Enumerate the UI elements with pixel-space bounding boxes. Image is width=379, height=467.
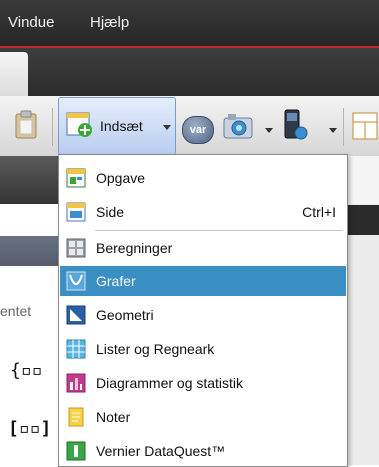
menu-item-label: Grafer bbox=[96, 273, 136, 289]
screenshot-camera-icon[interactable] bbox=[222, 112, 254, 143]
tab-strip bbox=[0, 48, 379, 96]
menu-item-label: Noter bbox=[96, 409, 131, 425]
layout-grid-icon[interactable] bbox=[352, 112, 378, 143]
matrix-template-icon[interactable]: [▫▫] bbox=[8, 418, 51, 439]
left-panel-header bbox=[0, 156, 58, 204]
notes-icon bbox=[66, 407, 86, 427]
menu-item-problem[interactable]: Opgave bbox=[60, 163, 346, 193]
problem-icon bbox=[66, 168, 86, 188]
geometry-icon bbox=[66, 305, 86, 325]
menu-item-label: Opgave bbox=[96, 170, 146, 186]
menu-item-notes[interactable]: Noter bbox=[60, 402, 346, 432]
menu-item-vernier-dataquest[interactable]: Vernier DataQuest™ bbox=[60, 436, 346, 466]
graphs-icon bbox=[66, 271, 86, 291]
left-panel-partial-text: entet bbox=[0, 303, 32, 319]
menu-item-label: Beregninger bbox=[96, 240, 173, 256]
vernier-icon bbox=[66, 441, 86, 461]
spreadsheet-icon bbox=[66, 339, 86, 359]
chevron-down-icon[interactable] bbox=[265, 128, 273, 133]
menu-item-label: Vernier DataQuest™ bbox=[96, 443, 226, 459]
insert-button[interactable]: Indsæt bbox=[58, 97, 176, 155]
piecewise-template-icon[interactable]: {▫▫ bbox=[10, 360, 43, 381]
toolbar-separator bbox=[52, 108, 53, 146]
toolbar-separator bbox=[343, 108, 344, 146]
insert-page-icon bbox=[65, 110, 93, 141]
menu-item-shortcut: Ctrl+I bbox=[302, 204, 336, 220]
data-statistics-icon bbox=[66, 373, 86, 393]
chevron-down-icon bbox=[163, 125, 171, 130]
document-dark-bar bbox=[344, 205, 379, 235]
menu-item-label: Side bbox=[96, 204, 125, 220]
menu-item-page[interactable]: Side Ctrl+I bbox=[60, 197, 346, 227]
menu-item-label: Geometri bbox=[96, 307, 154, 323]
menu-item-data-statistics[interactable]: Diagrammer og statistik bbox=[60, 368, 346, 398]
menu-help[interactable]: Hjælp bbox=[90, 14, 129, 31]
document-header-area bbox=[344, 156, 379, 204]
document-tab[interactable] bbox=[0, 52, 28, 96]
menu-item-calculator[interactable]: Beregninger bbox=[60, 233, 346, 263]
page-icon bbox=[66, 202, 86, 222]
var-button[interactable]: var bbox=[182, 116, 214, 144]
menu-item-label: Diagrammer og statistik bbox=[96, 375, 244, 391]
calculator-icon bbox=[66, 238, 86, 258]
paste-icon[interactable] bbox=[14, 110, 38, 143]
insert-dropdown-menu: Opgave Side Ctrl+I Beregninger Grafer Ge… bbox=[58, 154, 348, 467]
menu-bar: Vindue Hjælp bbox=[0, 0, 379, 46]
menu-item-lists-spreadsheet[interactable]: Lister og Regneark bbox=[60, 334, 346, 364]
insert-button-label: Indsæt bbox=[100, 118, 143, 134]
left-panel-bar bbox=[0, 236, 58, 266]
menu-vindue[interactable]: Vindue bbox=[8, 14, 54, 31]
menu-item-geometry[interactable]: Geometri bbox=[60, 300, 346, 330]
chevron-down-icon[interactable] bbox=[329, 128, 337, 133]
menu-divider bbox=[95, 230, 343, 231]
menu-item-label: Lister og Regneark bbox=[96, 341, 215, 357]
menu-item-graphs[interactable]: Grafer bbox=[60, 266, 346, 296]
device-handheld-icon[interactable] bbox=[282, 108, 308, 145]
